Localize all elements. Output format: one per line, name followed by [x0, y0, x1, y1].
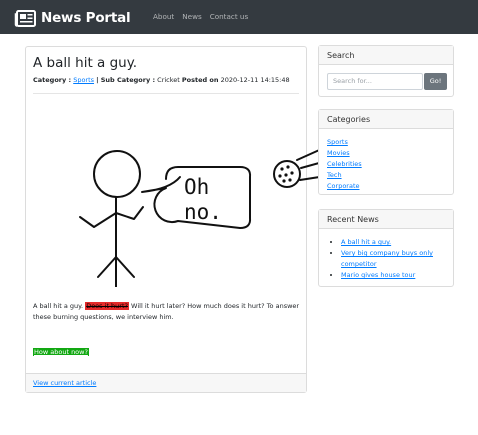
list-item: A ball hit a guy. — [341, 237, 449, 248]
category-corporate[interactable]: Corporate — [327, 182, 360, 190]
search-input[interactable]: Search for... — [327, 73, 423, 90]
comic-image: Oh no. — [79, 146, 330, 287]
category-celebrities[interactable]: Celebrities — [327, 160, 362, 168]
article-card: A ball hit a guy. Category : Sports | Su… — [25, 46, 330, 393]
category-link[interactable]: Sports — [73, 76, 94, 84]
categories-list: Sports Movies Celebrities Tech Corporate — [327, 137, 362, 192]
recent-news-title: Recent News — [319, 210, 453, 229]
categories-widget: Categories Sports Movies Celebrities Tec… — [318, 109, 454, 195]
list-item: Mario gives house tour — [341, 270, 449, 281]
list-item: Sports — [327, 137, 362, 148]
subcategory-label: | Sub Category : — [96, 76, 156, 84]
list-item: Celebrities — [327, 159, 362, 170]
article-body: A ball hit a guy. Does it hurt? Will it … — [33, 301, 303, 323]
how-about-now-link[interactable]: How about now? — [33, 348, 89, 356]
search-button[interactable]: Go! — [424, 73, 447, 90]
recent-news-link[interactable]: A ball hit a guy. — [341, 238, 391, 246]
posted-label: Posted on — [181, 76, 219, 84]
subcategory-value: Cricket — [157, 76, 180, 84]
body-intro: A ball hit a guy. — [33, 302, 84, 310]
posted-date: 2020-12-11 14:15:48 — [220, 76, 290, 84]
category-movies[interactable]: Movies — [327, 149, 350, 157]
search-widget: Search Search for... Go! — [318, 45, 454, 97]
recent-news-link[interactable]: Very big company buys only competitor — [341, 249, 433, 268]
recent-news-link[interactable]: Mario gives house tour — [341, 271, 415, 279]
article-footer: View current article — [26, 373, 306, 392]
list-item: Corporate — [327, 181, 362, 192]
nav-about[interactable]: About — [153, 12, 174, 21]
search-title: Search — [319, 46, 453, 65]
nav-links: About News Contact us — [153, 12, 256, 21]
divider — [33, 93, 299, 94]
list-item: Very big company buys only competitor — [341, 248, 449, 270]
navbar: News Portal About News Contact us — [0, 0, 478, 34]
brand[interactable]: News Portal — [14, 8, 131, 28]
speech-line-2: no. — [184, 200, 222, 224]
newspaper-icon — [14, 9, 36, 27]
brand-title: News Portal — [41, 10, 131, 26]
speech-line-1: Oh — [184, 175, 209, 199]
article-title: A ball hit a guy. — [33, 55, 138, 71]
nav-contact[interactable]: Contact us — [210, 12, 249, 21]
recent-news-list: A ball hit a guy. Very big company buys … — [341, 237, 449, 281]
categories-title: Categories — [319, 110, 453, 129]
view-article-link[interactable]: View current article — [33, 379, 96, 387]
category-tech[interactable]: Tech — [327, 171, 342, 179]
highlighted-question: Does it hurt? — [85, 302, 129, 310]
list-item: Movies — [327, 148, 362, 159]
recent-news-widget: Recent News A ball hit a guy. Very big c… — [318, 209, 454, 287]
category-label: Category : — [33, 76, 72, 84]
category-sports[interactable]: Sports — [327, 138, 348, 146]
list-item: Tech — [327, 170, 362, 181]
nav-news[interactable]: News — [182, 12, 201, 21]
article-meta: Category : Sports | Sub Category : Crick… — [33, 76, 290, 84]
